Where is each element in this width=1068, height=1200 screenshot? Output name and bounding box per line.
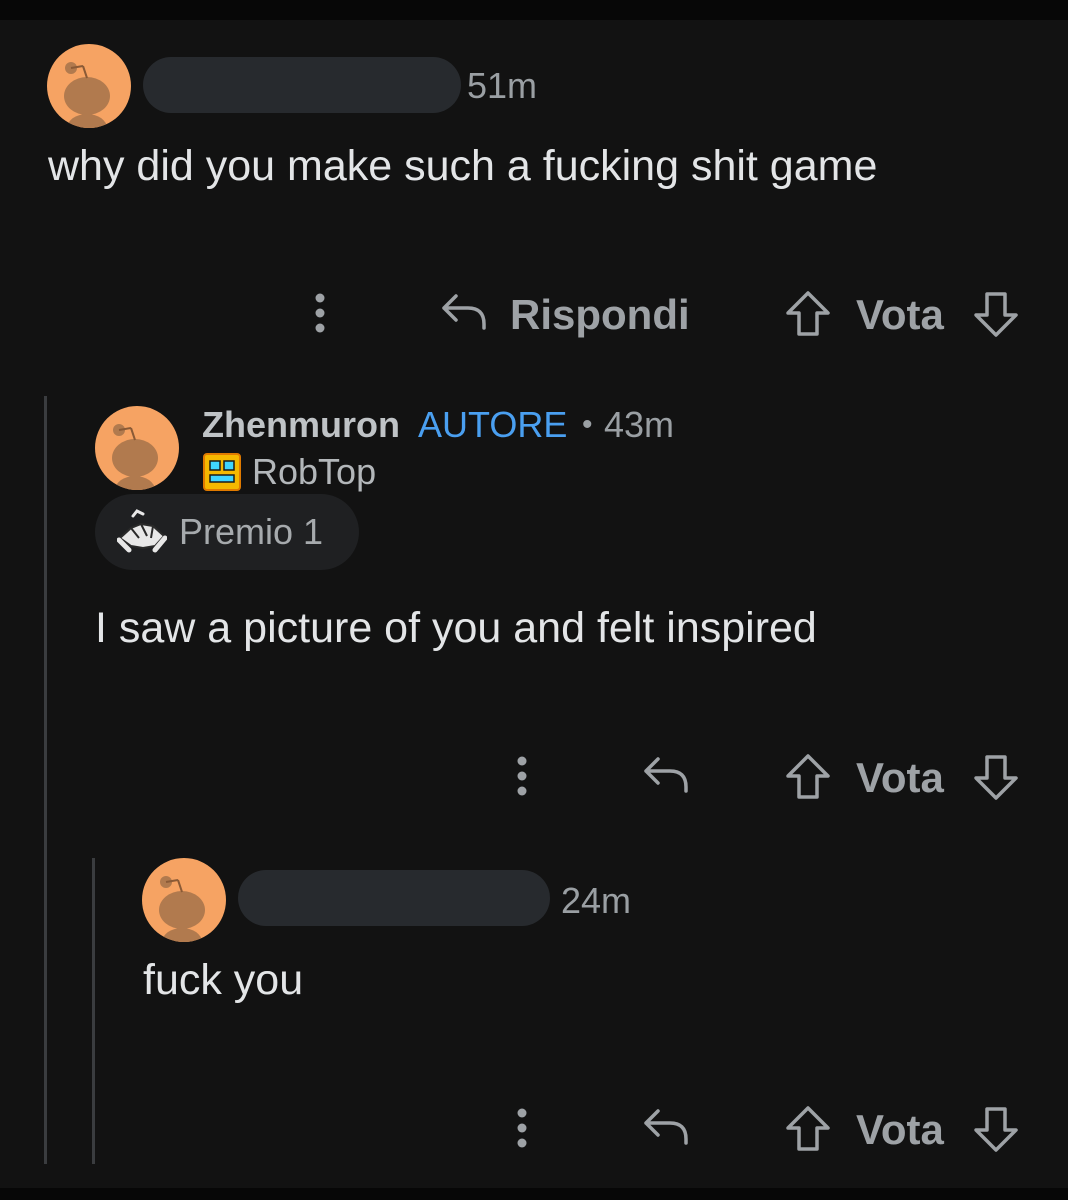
comment-body: why did you make such a fucking shit gam…: [48, 142, 878, 190]
handshake-award-icon: [116, 508, 168, 561]
reply-arrow-icon[interactable]: [440, 292, 488, 337]
upvote-arrow-icon[interactable]: [785, 290, 831, 343]
thread-line[interactable]: [44, 396, 47, 1164]
avatar[interactable]: [95, 406, 179, 490]
vote-label: Vota: [856, 754, 944, 801]
more-vertical-icon[interactable]: [512, 755, 532, 804]
downvote-arrow-icon[interactable]: [973, 290, 1019, 343]
comment-time: 24m: [561, 880, 632, 921]
upvote-arrow-icon[interactable]: [785, 1105, 831, 1158]
username[interactable]: Zhenmuron: [202, 405, 400, 445]
reply-arrow-icon[interactable]: [642, 1107, 690, 1152]
user-flair: RobTop: [252, 451, 377, 492]
vote-label: Vota: [856, 1106, 944, 1153]
avatar[interactable]: [142, 858, 226, 942]
vote-label: Vota: [856, 291, 944, 338]
geometry-dash-cube-icon: [203, 453, 241, 496]
username-redacted[interactable]: [143, 57, 461, 113]
award-label: Premio 1: [179, 511, 324, 552]
award-badge[interactable]: Premio 1: [95, 494, 359, 570]
separator-dot: •: [582, 408, 593, 441]
downvote-arrow-icon[interactable]: [973, 753, 1019, 806]
reply-arrow-icon[interactable]: [642, 755, 690, 800]
more-vertical-icon[interactable]: [310, 292, 330, 341]
comment-body: fuck you: [143, 956, 304, 1004]
username-redacted[interactable]: [238, 870, 550, 926]
comment-time: 43m: [604, 404, 675, 445]
comment-time: 51m: [467, 65, 538, 106]
thread-line[interactable]: [92, 858, 95, 1164]
comment-body: I saw a picture of you and felt inspired: [95, 604, 817, 652]
reply-button[interactable]: Rispondi: [510, 292, 690, 338]
op-badge: AUTORE: [418, 404, 568, 445]
avatar[interactable]: [47, 44, 131, 128]
more-vertical-icon[interactable]: [512, 1107, 532, 1156]
downvote-arrow-icon[interactable]: [973, 1105, 1019, 1158]
upvote-arrow-icon[interactable]: [785, 753, 831, 806]
